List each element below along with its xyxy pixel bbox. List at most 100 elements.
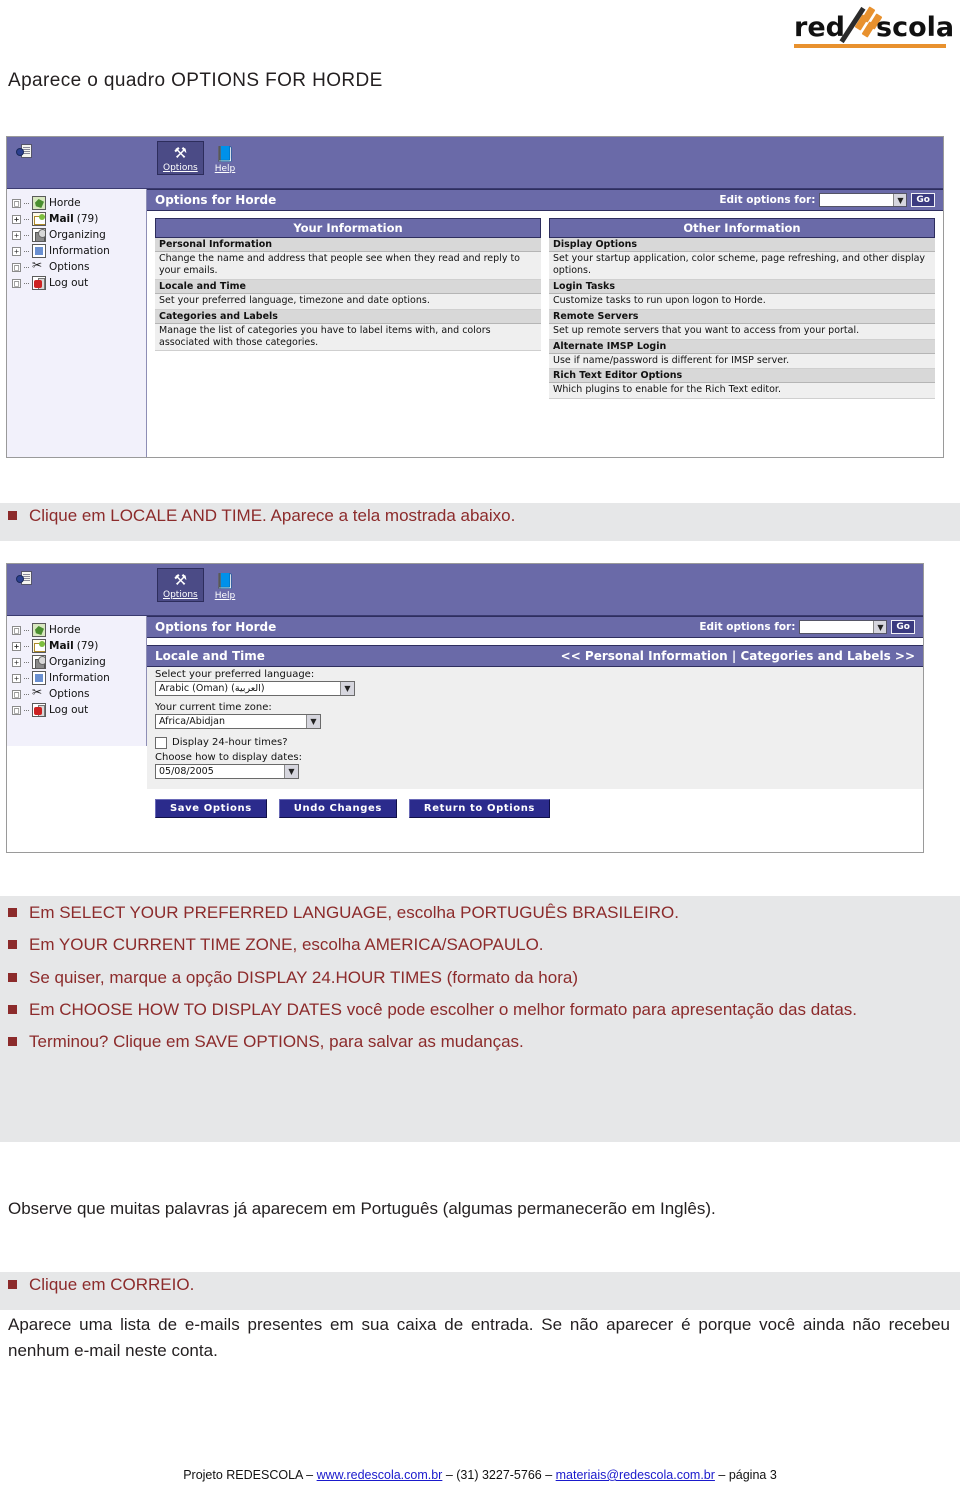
tree-toggle-icon[interactable]: □ bbox=[12, 278, 21, 288]
bullet-item: Se quiser, marque a opção DISPLAY 24.HOU… bbox=[0, 959, 960, 991]
toolbar-help-label: Help bbox=[214, 591, 236, 601]
option-desc: Set your preferred language, timezone an… bbox=[155, 293, 541, 310]
sidebar-item-label: Log out bbox=[49, 277, 89, 289]
chevron-down-icon: ▼ bbox=[893, 194, 907, 206]
bullet-square-icon bbox=[8, 1037, 17, 1047]
horde-toolbar: ⚒ Options 📘 Help bbox=[157, 568, 240, 602]
options-icon: ⚒ bbox=[173, 571, 188, 589]
bullet-item: Em CHOOSE HOW TO DISPLAY DATES você pode… bbox=[0, 991, 960, 1023]
option-title[interactable]: Categories and Labels bbox=[155, 309, 541, 324]
tree-toggle-icon[interactable]: □ bbox=[12, 625, 21, 635]
sidebar-item-label: Options bbox=[49, 688, 90, 700]
toolbar-button-options[interactable]: ⚒ Options bbox=[157, 568, 204, 602]
option-title[interactable]: Display Options bbox=[549, 238, 935, 252]
sidebar-item-label: Mail bbox=[49, 640, 74, 652]
horde-sidebar: □ Horde + Mail (79) + Organizing + Infor… bbox=[7, 616, 147, 746]
dateformat-label: Choose how to display dates: bbox=[155, 752, 302, 763]
option-title[interactable]: Rich Text Editor Options bbox=[549, 369, 935, 384]
window-icon bbox=[16, 144, 32, 161]
instruction-text: Em CHOOSE HOW TO DISPLAY DATES você pode… bbox=[29, 1000, 858, 1020]
sidebar-item-horde[interactable]: □ Horde bbox=[7, 195, 146, 211]
brand-logo: red scola bbox=[792, 6, 954, 52]
page-headline: Aparece o quadro OPTIONS FOR HORDE bbox=[8, 70, 383, 91]
tree-toggle-icon[interactable]: + bbox=[12, 230, 21, 240]
option-title[interactable]: Personal Information bbox=[155, 238, 541, 252]
tree-toggle-icon[interactable]: + bbox=[12, 641, 21, 651]
edit-options-label: Edit options for: bbox=[719, 194, 816, 206]
timezone-select[interactable]: Africa/Abidjan ▼ bbox=[155, 714, 321, 729]
sidebar-item-mail[interactable]: + Mail (79) bbox=[7, 211, 146, 227]
sidebar-item-information[interactable]: + Information bbox=[7, 670, 146, 686]
sidebar-item-label: Organizing bbox=[49, 229, 106, 241]
instruction-text: Terminou? Clique em SAVE OPTIONS, para s… bbox=[29, 1032, 524, 1052]
options-header-bar: Options for Horde Edit options for: ▼ Go bbox=[147, 616, 923, 638]
edit-options-select[interactable]: ▼ bbox=[799, 620, 888, 634]
timezone-select-value: Africa/Abidjan bbox=[159, 716, 225, 727]
instruction-text: Em YOUR CURRENT TIME ZONE, escolha AMERI… bbox=[29, 935, 544, 955]
logo-text-scola: scola bbox=[876, 12, 955, 43]
tree-toggle-icon[interactable]: + bbox=[12, 657, 21, 667]
horde-main-content: Options for Horde Edit options for: ▼ Go… bbox=[147, 616, 923, 852]
language-label: Select your preferred language: bbox=[155, 669, 315, 680]
page-title: Options for Horde bbox=[155, 620, 277, 634]
option-desc: Which plugins to enable for the Rich Tex… bbox=[549, 383, 935, 400]
sidebar-item-organizing[interactable]: + Organizing bbox=[7, 654, 146, 670]
option-desc: Use if name/password is different for IM… bbox=[549, 353, 935, 370]
sidebar-mail-count: (79) bbox=[76, 213, 99, 225]
go-button[interactable]: Go bbox=[911, 193, 935, 207]
language-select[interactable]: Arabic (Oman) (العربية) ▼ bbox=[155, 681, 355, 696]
tree-toggle-icon[interactable]: + bbox=[12, 214, 21, 224]
horde-icon bbox=[32, 623, 46, 637]
closing-text: Aparece uma lista de e-mails presentes e… bbox=[8, 1315, 950, 1361]
toolbar-button-options[interactable]: ⚒ Options bbox=[157, 141, 204, 175]
toolbar-button-help[interactable]: 📘 Help bbox=[210, 143, 241, 175]
instruction-band-2: Em SELECT YOUR PREFERRED LANGUAGE, escol… bbox=[0, 896, 960, 1142]
undo-changes-button[interactable]: Undo Changes bbox=[278, 799, 397, 818]
twentyfour-hour-checkbox[interactable] bbox=[155, 736, 167, 749]
tree-toggle-icon[interactable]: □ bbox=[12, 262, 21, 272]
tree-toggle-icon[interactable]: □ bbox=[12, 705, 21, 715]
sidebar-item-mail[interactable]: + Mail (79) bbox=[7, 638, 146, 654]
sidebar-item-logout[interactable]: □ Log out bbox=[7, 702, 146, 718]
sidebar-item-logout[interactable]: □ Log out bbox=[7, 275, 146, 291]
instruction-band-1: Clique em LOCALE AND TIME. Aparece a tel… bbox=[0, 503, 960, 541]
sidebar-item-options[interactable]: □ Options bbox=[7, 259, 146, 275]
twentyfour-hour-row[interactable]: Display 24-hour times? bbox=[155, 734, 923, 751]
footer-website-link[interactable]: www.redescola.com.br bbox=[317, 1468, 443, 1482]
sidebar-item-options[interactable]: □ Options bbox=[7, 686, 146, 702]
tree-toggle-icon[interactable]: □ bbox=[12, 198, 21, 208]
bullet-item: Em YOUR CURRENT TIME ZONE, escolha AMERI… bbox=[0, 926, 960, 958]
sidebar-item-organizing[interactable]: + Organizing bbox=[7, 227, 146, 243]
sidebar-item-information[interactable]: + Information bbox=[7, 243, 146, 259]
footer-email-link[interactable]: materiais@redescola.com.br bbox=[556, 1468, 715, 1482]
sidebar-item-horde[interactable]: □ Horde bbox=[7, 622, 146, 638]
return-to-options-button[interactable]: Return to Options bbox=[408, 799, 550, 818]
language-select-value: Arabic (Oman) (العربية) bbox=[159, 683, 265, 694]
bullet-square-icon bbox=[8, 1005, 17, 1015]
instruction-text: Clique em CORREIO. bbox=[29, 1275, 195, 1294]
option-desc: Manage the list of categories you have t… bbox=[155, 323, 541, 352]
option-title[interactable]: Alternate IMSP Login bbox=[549, 339, 935, 354]
option-desc: Set your startup application, color sche… bbox=[549, 252, 935, 280]
go-button[interactable]: Go bbox=[891, 620, 915, 634]
locale-form: Select your preferred language: Arabic (… bbox=[147, 667, 923, 789]
bullet-square-icon bbox=[8, 972, 17, 982]
section-nav-links[interactable]: << Personal Information | Categories and… bbox=[561, 649, 915, 663]
option-title[interactable]: Locale and Time bbox=[155, 279, 541, 294]
toolbar-button-help[interactable]: 📘 Help bbox=[210, 570, 241, 602]
horde-sidebar: □ Horde + Mail (79) + Organizing + Infor… bbox=[7, 189, 147, 457]
tree-toggle-icon[interactable]: + bbox=[12, 673, 21, 683]
tree-toggle-icon[interactable]: □ bbox=[12, 689, 21, 699]
help-icon: 📘 bbox=[215, 145, 235, 163]
tree-toggle-icon[interactable]: + bbox=[12, 246, 21, 256]
save-options-button[interactable]: Save Options bbox=[155, 799, 267, 818]
edit-options-select[interactable]: ▼ bbox=[819, 193, 908, 207]
column-your-information: Your Information Personal Information Ch… bbox=[155, 218, 541, 399]
option-title[interactable]: Login Tasks bbox=[549, 279, 935, 294]
option-title[interactable]: Remote Servers bbox=[549, 309, 935, 324]
bullet-square-icon bbox=[8, 940, 17, 950]
sidebar-item-label: Log out bbox=[49, 704, 89, 716]
horde-titlebar: ⚒ Options 📘 Help bbox=[7, 137, 943, 189]
dateformat-select[interactable]: 05/08/2005 ▼ bbox=[155, 764, 299, 779]
logout-icon bbox=[32, 276, 46, 290]
